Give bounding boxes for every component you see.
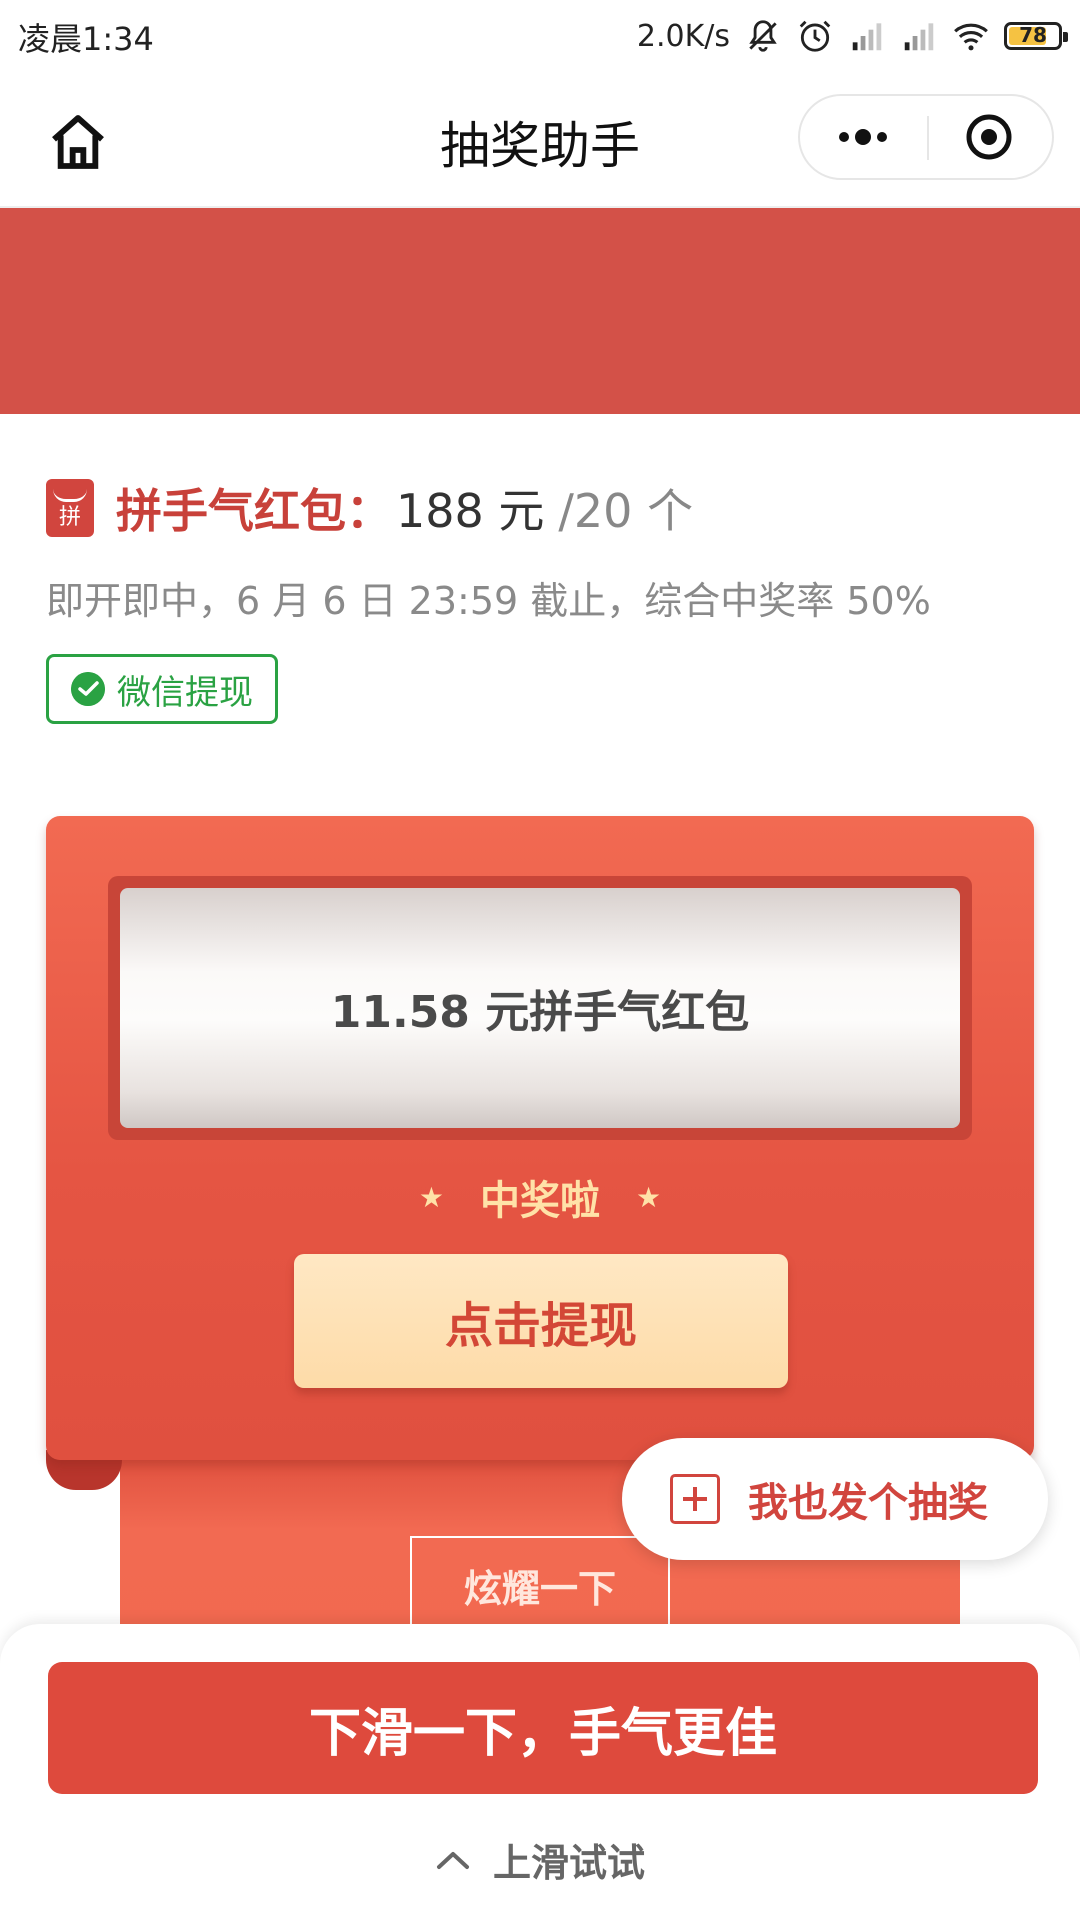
prize-type: 拼手气红包：	[116, 484, 392, 538]
chevron-up-icon	[436, 1851, 469, 1869]
win-text: 中奖啦	[480, 1178, 600, 1224]
status-time: 凌晨1:34	[18, 20, 154, 58]
nav-bar: 抽奖助手	[0, 76, 1080, 208]
mini-program-capsule	[798, 94, 1054, 180]
show-off-label: 炫耀一下	[463, 1566, 616, 1611]
more-button[interactable]	[800, 96, 926, 178]
swipe-up-hint[interactable]: 上滑试试	[0, 1832, 1080, 1887]
wifi-icon	[954, 23, 988, 51]
star-icon: ★	[418, 1180, 444, 1214]
result-display: 11.58 元拼手气红包	[120, 888, 960, 1128]
alarm-icon	[799, 20, 831, 52]
withdraw-button[interactable]: 点击提现	[294, 1254, 788, 1388]
prize-count: /20 个	[558, 484, 694, 538]
star-icon: ★	[636, 1180, 662, 1214]
create-lottery-button[interactable]: 我也发个抽奖	[622, 1438, 1048, 1560]
swipe-down-label: 下滑一下，手气更佳	[308, 1703, 777, 1764]
add-icon	[670, 1474, 720, 1524]
show-off-button[interactable]: 炫耀一下	[410, 1536, 670, 1632]
wechat-pay-icon	[71, 672, 105, 706]
prize-amount: 188 元	[396, 484, 545, 538]
result-frame: 11.58 元拼手气红包	[108, 876, 972, 1140]
network-speed: 2.0K/s	[636, 18, 730, 54]
signal-icon	[904, 23, 934, 51]
result-text: 11.58 元拼手气红包	[330, 987, 750, 1038]
signal-icon	[852, 23, 882, 51]
status-icons: 2.0K/s 78	[636, 14, 1068, 58]
swipe-down-button[interactable]: 下滑一下，手气更佳	[48, 1662, 1038, 1794]
wechat-tag-label: 微信提现	[117, 672, 253, 713]
prize-description: 即开即中，6 月 6 日 23:59 截止，综合中奖率 50%	[46, 579, 931, 623]
prize-title-line: 拼 拼手气红包： 188 元 /20 个	[46, 478, 693, 538]
pin-badge-label: 拼	[58, 505, 81, 530]
top-banner	[0, 208, 1080, 414]
red-envelope-card: 11.58 元拼手气红包 ★ 中奖啦 ★ 点击提现	[46, 816, 1034, 1460]
more-icon	[839, 129, 887, 145]
swipe-up-label: 上滑试试	[492, 1841, 645, 1885]
close-button[interactable]	[926, 96, 1052, 178]
pin-badge-icon: 拼	[46, 479, 94, 537]
bell-off-icon	[749, 20, 777, 52]
wechat-withdraw-tag: 微信提现	[46, 654, 278, 724]
withdraw-label: 点击提现	[444, 1298, 637, 1354]
battery-icon: 78	[1004, 22, 1068, 50]
win-line: ★ 中奖啦 ★	[46, 1168, 1034, 1226]
target-icon	[966, 114, 1012, 160]
battery-level: 78	[1019, 23, 1047, 47]
create-lottery-label: 我也发个抽奖	[748, 1480, 988, 1526]
bottom-sheet: 下滑一下，手气更佳 上滑试试	[0, 1624, 1080, 1920]
status-bar: 凌晨1:34 2.0K/s 78	[0, 0, 1080, 76]
